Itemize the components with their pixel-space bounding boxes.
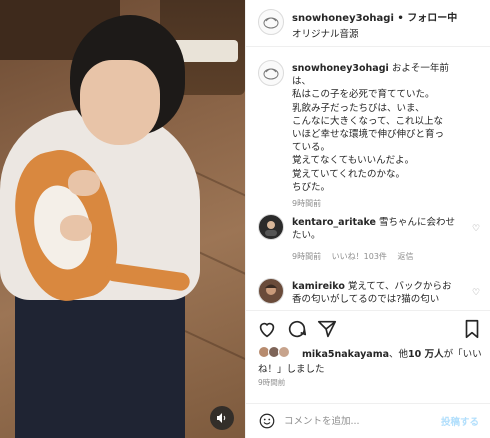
caption-line: 覚えていてくれたのかな。 bbox=[292, 168, 405, 180]
follow-status-button[interactable]: フォロー中 bbox=[407, 13, 457, 24]
likes-text-line2: ね！」しました bbox=[258, 364, 325, 375]
caption-line: 私はこの子を必死で育てていた。 bbox=[292, 89, 435, 101]
author-username[interactable]: snowhoney3ohagi bbox=[292, 13, 394, 24]
post-comment-button[interactable]: 投稿する bbox=[441, 414, 479, 428]
comment-likes[interactable]: いいね！103件 bbox=[332, 252, 387, 261]
reply-button[interactable]: 返信 bbox=[397, 252, 413, 261]
likes-summary: mika5nakayama、他10 万人が「いい ね！」しました bbox=[246, 344, 490, 375]
post-panel: snowhoney3ohagi • フォロー中 オリジナル音源 snowhone… bbox=[245, 0, 490, 438]
caption-line: いほど幸せな環境で伸び伸びと育っ bbox=[292, 129, 445, 141]
comment-time: 9時間前 bbox=[292, 252, 322, 261]
photo-face bbox=[80, 60, 160, 145]
caption-line: こんなに大きくなって、これ以上な bbox=[292, 115, 444, 127]
photo-hand bbox=[60, 215, 92, 241]
comment-body: 香の匂いがしてるのでは?猫の匂い bbox=[292, 294, 440, 306]
liker-avatar[interactable] bbox=[278, 346, 290, 358]
photo-hand bbox=[68, 170, 100, 196]
post-timestamp[interactable]: 9時間前 bbox=[258, 377, 285, 388]
comment-item: kamireiko 覚えてて、バックからお 香の匂いがしてるのでは?猫の匂い ♡ bbox=[246, 278, 490, 310]
caption-line: ている。 bbox=[292, 142, 331, 154]
comment-icon[interactable] bbox=[286, 318, 308, 340]
post-media[interactable] bbox=[0, 0, 245, 438]
floor-line bbox=[184, 330, 245, 366]
bookmark-icon[interactable] bbox=[461, 318, 483, 340]
speaker-icon[interactable] bbox=[210, 406, 234, 430]
author-avatar[interactable] bbox=[258, 9, 284, 35]
comment-meta: 9時間前 いいね！103件 返信 bbox=[292, 251, 421, 262]
liker-username[interactable]: mika5nakayama bbox=[302, 349, 389, 360]
audio-label[interactable]: オリジナル音源 bbox=[292, 26, 359, 40]
heart-icon[interactable]: ♡ bbox=[472, 224, 482, 234]
smiley-icon[interactable] bbox=[258, 412, 276, 430]
heart-icon[interactable]: ♡ bbox=[472, 288, 482, 298]
post-header: snowhoney3ohagi • フォロー中 オリジナル音源 bbox=[246, 0, 490, 47]
comment-body: 覚えてて、バックからお bbox=[347, 281, 452, 292]
caption-time: 9時間前 bbox=[292, 199, 322, 208]
add-comment-bar: 投稿する bbox=[246, 403, 490, 438]
share-icon[interactable] bbox=[316, 318, 338, 340]
comment-input[interactable] bbox=[284, 411, 434, 431]
likes-text: mika5nakayama、他10 万人が「いい bbox=[302, 349, 482, 360]
caption-username[interactable]: snowhoney3ohagi bbox=[292, 63, 389, 74]
commenter-username[interactable]: kentaro_aritake bbox=[292, 217, 376, 228]
author-line: snowhoney3ohagi • フォロー中 bbox=[292, 9, 457, 24]
caption-line: 覚えてなくてもいいんだよ。 bbox=[292, 155, 415, 167]
heart-icon[interactable] bbox=[256, 318, 278, 340]
comment-item: kentaro_aritake 雪ちゃんに会わせたい。 ♡ 9時間前 いいね！1… bbox=[246, 214, 490, 264]
separator: • bbox=[397, 13, 404, 24]
commenter-avatar[interactable] bbox=[258, 214, 284, 240]
caption-block: snowhoney3ohagi およそ一年前は、 私はこの子を必死で育てていた。… bbox=[246, 60, 490, 210]
comment-text: kamireiko 覚えてて、バックからお 香の匂いがしてるのでは?猫の匂い bbox=[292, 280, 462, 306]
commenter-avatar[interactable] bbox=[258, 278, 284, 304]
author-avatar[interactable] bbox=[258, 60, 284, 86]
caption-text: snowhoney3ohagi およそ一年前は、 私はこの子を必死で育てていた。… bbox=[292, 62, 462, 194]
action-bar bbox=[246, 310, 490, 344]
caption-line: ちびた。 bbox=[292, 181, 331, 193]
commenter-username[interactable]: kamireiko bbox=[292, 281, 345, 292]
comment-text: kentaro_aritake 雪ちゃんに会わせたい。 bbox=[292, 216, 462, 242]
likes-count[interactable]: 10 万人 bbox=[408, 349, 444, 360]
comments-list: snowhoney3ohagi およそ一年前は、 私はこの子を必死で育てていた。… bbox=[246, 48, 490, 310]
caption-line: 乳飲み子だったちびは、いま、 bbox=[292, 102, 425, 114]
